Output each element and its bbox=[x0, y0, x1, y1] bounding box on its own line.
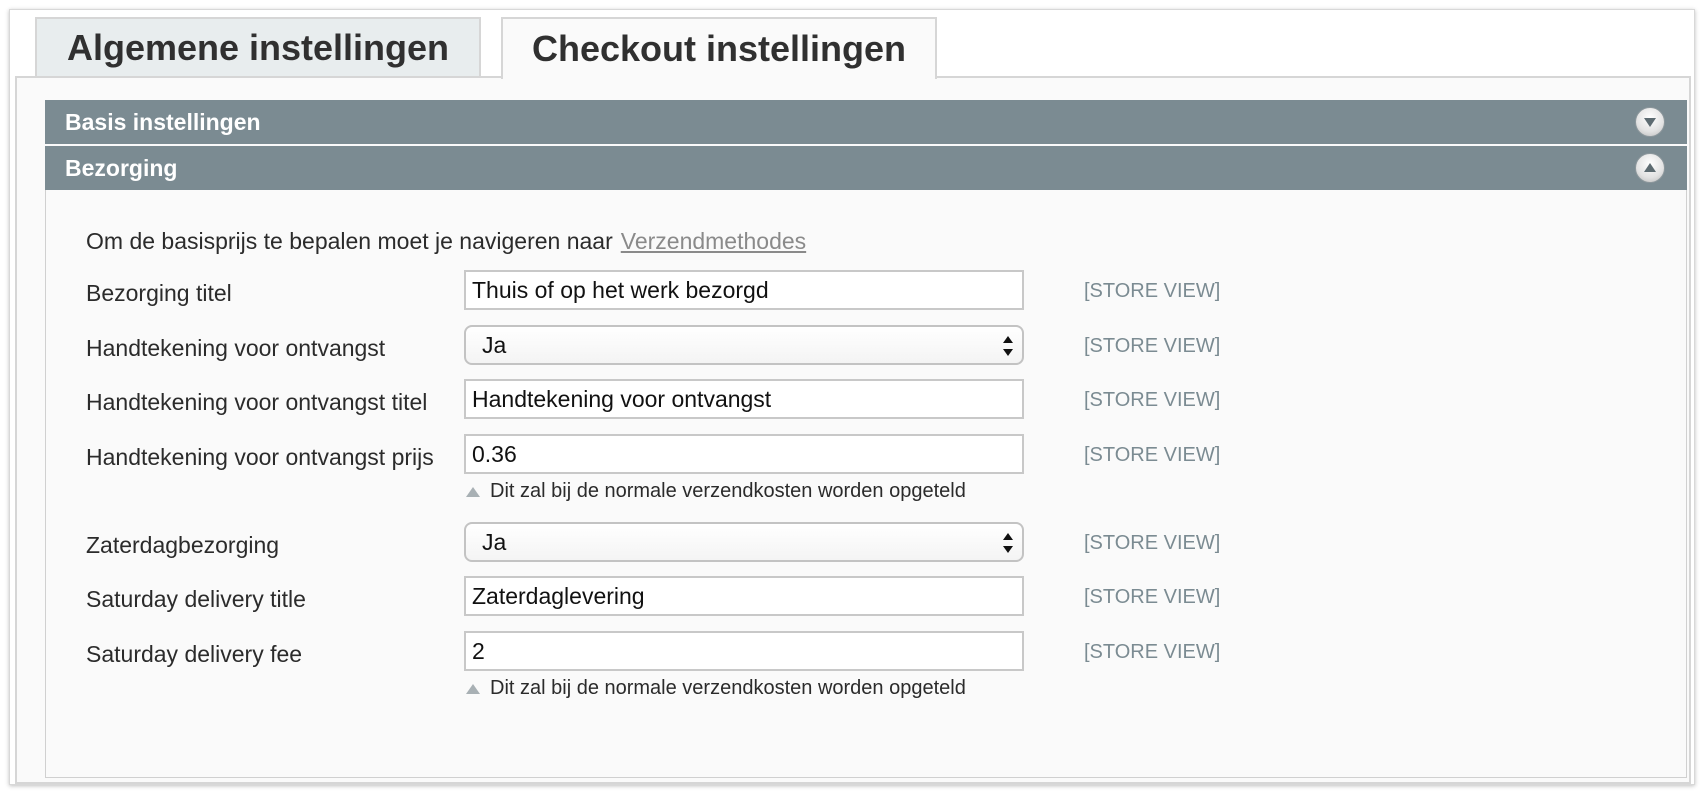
scope-label: [STORE VIEW] bbox=[1084, 641, 1221, 663]
bezorging-section-content: Om de basisprijs te bepalen moet je navi… bbox=[45, 190, 1687, 778]
note-triangle-icon bbox=[466, 683, 480, 694]
select-value: Ja bbox=[482, 331, 507, 358]
chevron-down-icon[interactable] bbox=[1635, 107, 1665, 137]
intro-text: Om de basisprijs te bepalen moet je navi… bbox=[86, 228, 806, 255]
zaterdagbezorging-label: Zaterdagbezorging bbox=[86, 532, 280, 558]
field-note: Dit zal bij de normale verzendkosten wor… bbox=[466, 677, 966, 700]
input-value: Handtekening voor ontvangst bbox=[472, 385, 772, 412]
settings-window: Algemene instellingen Checkout instellin… bbox=[9, 9, 1695, 785]
saturday-delivery-title-input[interactable]: Zaterdaglevering bbox=[464, 576, 1024, 616]
note-triangle-icon bbox=[466, 486, 480, 497]
intro-sentence: Om de basisprijs te bepalen moet je navi… bbox=[86, 228, 613, 254]
select-arrows-icon bbox=[1003, 533, 1013, 553]
input-value: Thuis of op het werk bezorgd bbox=[472, 276, 769, 303]
scope-label: [STORE VIEW] bbox=[1084, 444, 1221, 466]
handtekening-titel-label: Handtekening voor ontvangst titel bbox=[86, 389, 428, 415]
handtekening-select[interactable]: Ja bbox=[464, 325, 1024, 365]
note-text: Dit zal bij de normale verzendkosten wor… bbox=[490, 677, 966, 699]
select-arrows-icon bbox=[1003, 336, 1013, 356]
field-note: Dit zal bij de normale verzendkosten wor… bbox=[466, 480, 966, 503]
zaterdagbezorging-select[interactable]: Ja bbox=[464, 522, 1024, 562]
select-value: Ja bbox=[482, 528, 507, 555]
section-header-basis-instellingen[interactable]: Basis instellingen bbox=[45, 100, 1687, 144]
section-title: Basis instellingen bbox=[65, 108, 261, 135]
section-header-bezorging[interactable]: Bezorging bbox=[45, 146, 1687, 190]
handtekening-titel-input[interactable]: Handtekening voor ontvangst bbox=[464, 379, 1024, 419]
input-value: 2 bbox=[472, 637, 485, 664]
tab-checkout-instellingen[interactable]: Checkout instellingen bbox=[501, 17, 937, 79]
saturday-delivery-fee-label: Saturday delivery fee bbox=[86, 641, 303, 667]
scope-label: [STORE VIEW] bbox=[1084, 586, 1221, 608]
input-value: 0.36 bbox=[472, 440, 517, 467]
handtekening-prijs-input[interactable]: 0.36 bbox=[464, 434, 1024, 474]
scope-label: [STORE VIEW] bbox=[1084, 280, 1221, 302]
scope-label: [STORE VIEW] bbox=[1084, 532, 1221, 554]
note-text: Dit zal bij de normale verzendkosten wor… bbox=[490, 480, 966, 502]
handtekening-prijs-label: Handtekening voor ontvangst prijs bbox=[86, 444, 434, 470]
input-value: Zaterdaglevering bbox=[472, 582, 645, 609]
bezorging-titel-label: Bezorging titel bbox=[86, 280, 232, 306]
saturday-delivery-fee-input[interactable]: 2 bbox=[464, 631, 1024, 671]
handtekening-label: Handtekening voor ontvangst bbox=[86, 335, 386, 361]
scope-label: [STORE VIEW] bbox=[1084, 389, 1221, 411]
saturday-delivery-title-label: Saturday delivery title bbox=[86, 586, 306, 612]
tab-algemene-instellingen[interactable]: Algemene instellingen bbox=[35, 17, 481, 77]
section-title: Bezorging bbox=[65, 154, 178, 181]
chevron-up-icon[interactable] bbox=[1635, 153, 1665, 183]
bezorging-titel-input[interactable]: Thuis of op het werk bezorgd bbox=[464, 270, 1024, 310]
verzendmethodes-link[interactable]: Verzendmethodes bbox=[621, 228, 806, 254]
scope-label: [STORE VIEW] bbox=[1084, 335, 1221, 357]
tab-panel: Basis instellingen Bezorging Om de basis… bbox=[15, 76, 1691, 784]
